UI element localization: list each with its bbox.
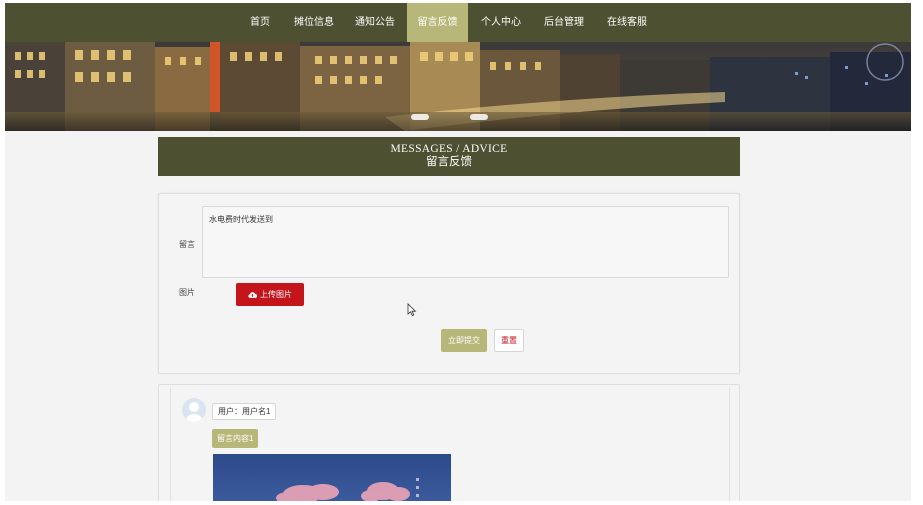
user-avatar-icon bbox=[182, 398, 206, 422]
message-list: 用户：用户名1 留言内容1 bbox=[158, 384, 740, 501]
nav-profile[interactable]: 个人中心 bbox=[473, 3, 529, 42]
message-photo bbox=[213, 454, 451, 501]
upload-image-button[interactable]: 上传图片 bbox=[236, 283, 304, 306]
nav-admin[interactable]: 后台管理 bbox=[536, 3, 592, 42]
submit-button[interactable]: 立即提交 bbox=[441, 329, 487, 352]
upload-image-label: 上传图片 bbox=[260, 290, 292, 299]
top-navbar: 首页 摊位信息 通知公告 留言反馈 个人中心 后台管理 在线客服 bbox=[5, 3, 911, 42]
message-user-tag: 用户：用户名1 bbox=[212, 403, 277, 420]
message-form: 留言 水电费时代发送到 图片 上传图片 立即提交 重置 bbox=[158, 193, 740, 374]
message-input[interactable]: 水电费时代发送到 bbox=[202, 206, 729, 278]
nav-home[interactable]: 首页 bbox=[239, 3, 281, 42]
nav-feedback[interactable]: 留言反馈 bbox=[407, 3, 468, 42]
message-label: 留言 bbox=[179, 240, 195, 249]
nav-booth-info[interactable]: 摊位信息 bbox=[286, 3, 342, 42]
mouse-cursor-icon bbox=[407, 303, 417, 317]
message-content-tag: 留言内容1 bbox=[212, 429, 259, 448]
banner-dot-1[interactable] bbox=[411, 114, 429, 120]
section-title-cn: 留言反馈 bbox=[426, 156, 472, 168]
section-header: MESSAGES / ADVICE 留言反馈 bbox=[158, 137, 740, 176]
list-item: 用户：用户名1 留言内容1 bbox=[170, 387, 730, 501]
reset-button[interactable]: 重置 bbox=[494, 329, 524, 352]
nav-online-service[interactable]: 在线客服 bbox=[599, 3, 655, 42]
image-label: 图片 bbox=[179, 288, 195, 297]
cloud-upload-icon bbox=[248, 292, 257, 298]
banner-dot-2[interactable] bbox=[470, 114, 488, 120]
nav-notices[interactable]: 通知公告 bbox=[347, 3, 403, 42]
section-title-en: MESSAGES / ADVICE bbox=[390, 143, 508, 155]
city-night-banner bbox=[5, 42, 911, 131]
page-frame: 首页 摊位信息 通知公告 留言反馈 个人中心 后台管理 在线客服 MESSAGE… bbox=[5, 3, 911, 501]
